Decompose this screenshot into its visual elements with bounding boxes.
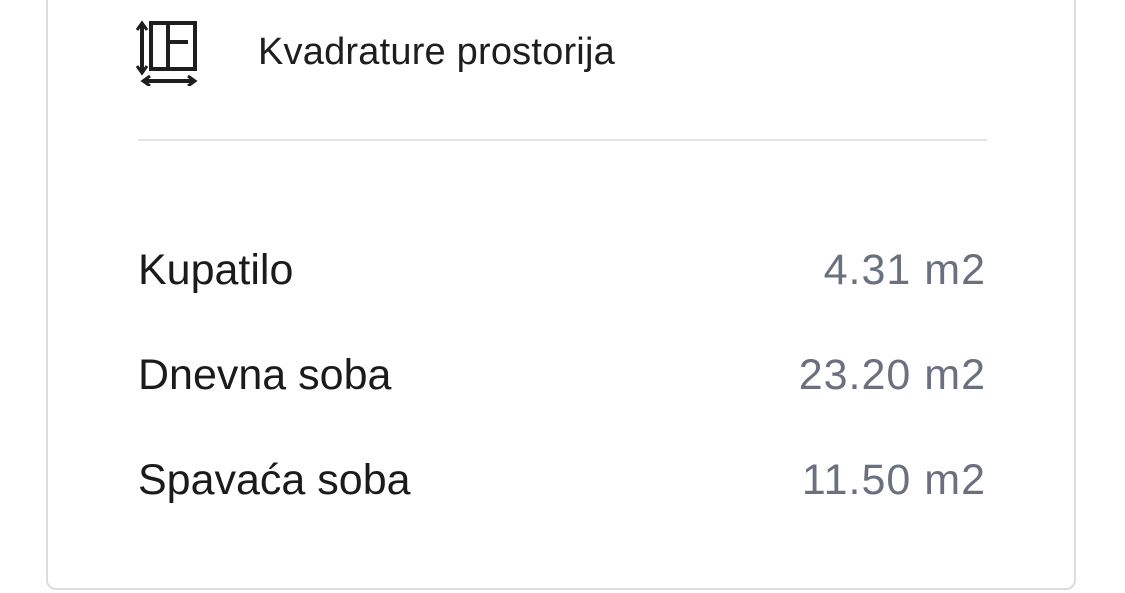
- floor-plan-icon: [136, 20, 198, 86]
- room-list: Kupatilo 4.31 m2 Dnevna soba 23.20 m2 Sp…: [138, 218, 986, 533]
- header-divider: [138, 139, 987, 141]
- room-row: Kupatilo 4.31 m2: [138, 218, 986, 323]
- section-title: Kvadrature prostorija: [258, 30, 615, 73]
- room-area: 11.50 m2: [801, 456, 986, 504]
- room-area: 23.20 m2: [798, 351, 986, 399]
- card-header: Kvadrature prostorija: [136, 18, 615, 86]
- room-area: 4.31 m2: [823, 246, 986, 294]
- room-name: Dnevna soba: [138, 351, 392, 399]
- room-name: Spavaća soba: [138, 456, 411, 504]
- room-name: Kupatilo: [138, 246, 294, 294]
- room-row: Spavaća soba 11.50 m2: [138, 428, 986, 533]
- room-row: Dnevna soba 23.20 m2: [138, 323, 986, 428]
